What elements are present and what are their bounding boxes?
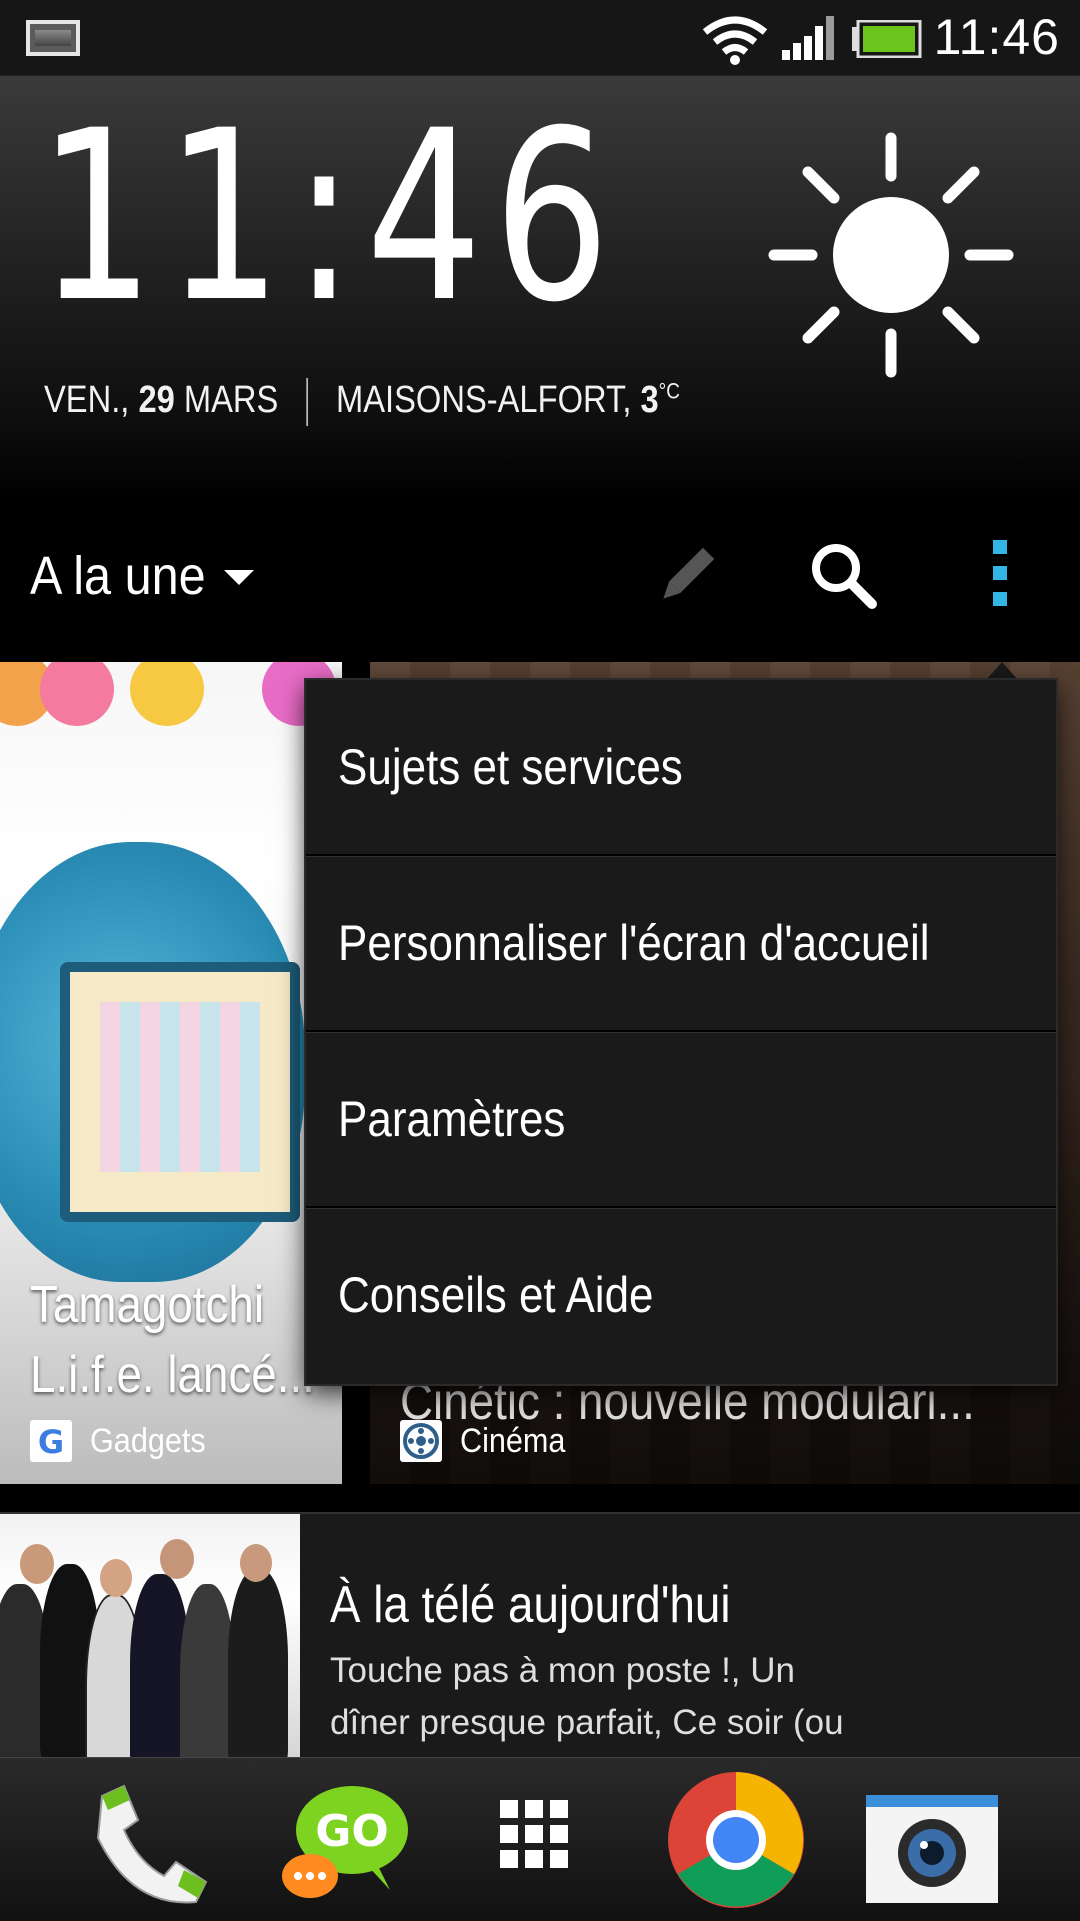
widget-date-day: 29 <box>138 379 175 422</box>
signal-icon <box>782 16 834 60</box>
menu-pointer <box>986 662 1018 680</box>
menu-item-topics-services[interactable]: Sujets et services <box>306 680 1056 856</box>
overflow-menu-icon[interactable] <box>990 540 1010 606</box>
menu-item-label: Sujets et services <box>338 739 683 795</box>
news-thumbnail <box>0 1514 300 1757</box>
menu-item-customize-home[interactable]: Personnaliser l'écran d'accueil <box>306 856 1056 1032</box>
widget-temperature-unit: °C <box>658 378 680 404</box>
menu-item-label: Conseils et Aide <box>338 1267 654 1323</box>
widget-clock-time[interactable]: 11:46 <box>38 100 621 335</box>
card-title: Tamagotchi L.i.f.e. lancé... <box>30 1270 315 1410</box>
chevron-down-icon[interactable] <box>224 570 254 585</box>
news-item-title: À la télé aujourd'hui <box>330 1576 731 1634</box>
chrome-icon[interactable] <box>666 1770 806 1910</box>
app-drawer-icon[interactable] <box>500 1800 576 1876</box>
menu-item-label: Personnaliser l'écran d'accueil <box>338 915 930 971</box>
battery-icon <box>852 20 922 58</box>
status-bar-time: 11:46 <box>933 9 1060 65</box>
film-reel-icon <box>400 1420 442 1462</box>
tamagotchi-screen-image <box>60 962 300 1222</box>
screenshot-notification-icon[interactable] <box>26 20 80 56</box>
menu-item-tips-help[interactable]: Conseils et Aide <box>306 1208 1056 1384</box>
svg-text:G: G <box>38 1423 64 1461</box>
widget-temperature: 3 <box>640 379 659 422</box>
card-title-line: Tamagotchi <box>30 1276 265 1334</box>
card-title-line: L.i.f.e. lancé... <box>30 1346 315 1404</box>
go-sms-icon[interactable]: GO <box>280 1778 410 1908</box>
svg-text:GO: GO <box>315 1806 389 1857</box>
overflow-menu: Sujets et services Personnaliser l'écran… <box>306 680 1056 1384</box>
widget-date-month: MARS <box>174 379 279 422</box>
camera-icon[interactable] <box>866 1795 998 1903</box>
card-source: Cinéma <box>400 1420 577 1462</box>
google-g-icon: G <box>30 1420 72 1462</box>
phone-icon[interactable] <box>80 1778 210 1908</box>
widget-date-prefix: VEN., <box>44 379 139 422</box>
section-selector[interactable]: A la une <box>30 545 206 607</box>
widget-location: MAISONS-ALFORT, <box>336 379 641 422</box>
wifi-icon <box>702 16 768 65</box>
card-source-label: Gadgets <box>90 1421 206 1460</box>
card-source: G Gadgets <box>30 1420 219 1462</box>
menu-item-settings[interactable]: Paramètres <box>306 1032 1056 1208</box>
card-source-label: Cinéma <box>460 1421 566 1460</box>
sun-icon[interactable] <box>768 132 1014 378</box>
pencil-icon[interactable] <box>650 540 722 612</box>
date-location-divider <box>306 378 309 426</box>
menu-item-label: Paramètres <box>338 1091 566 1147</box>
search-icon[interactable] <box>808 540 878 610</box>
widget-date-location: VEN., 29 MARS MAISONS-ALFORT, 3°C <box>44 378 680 426</box>
